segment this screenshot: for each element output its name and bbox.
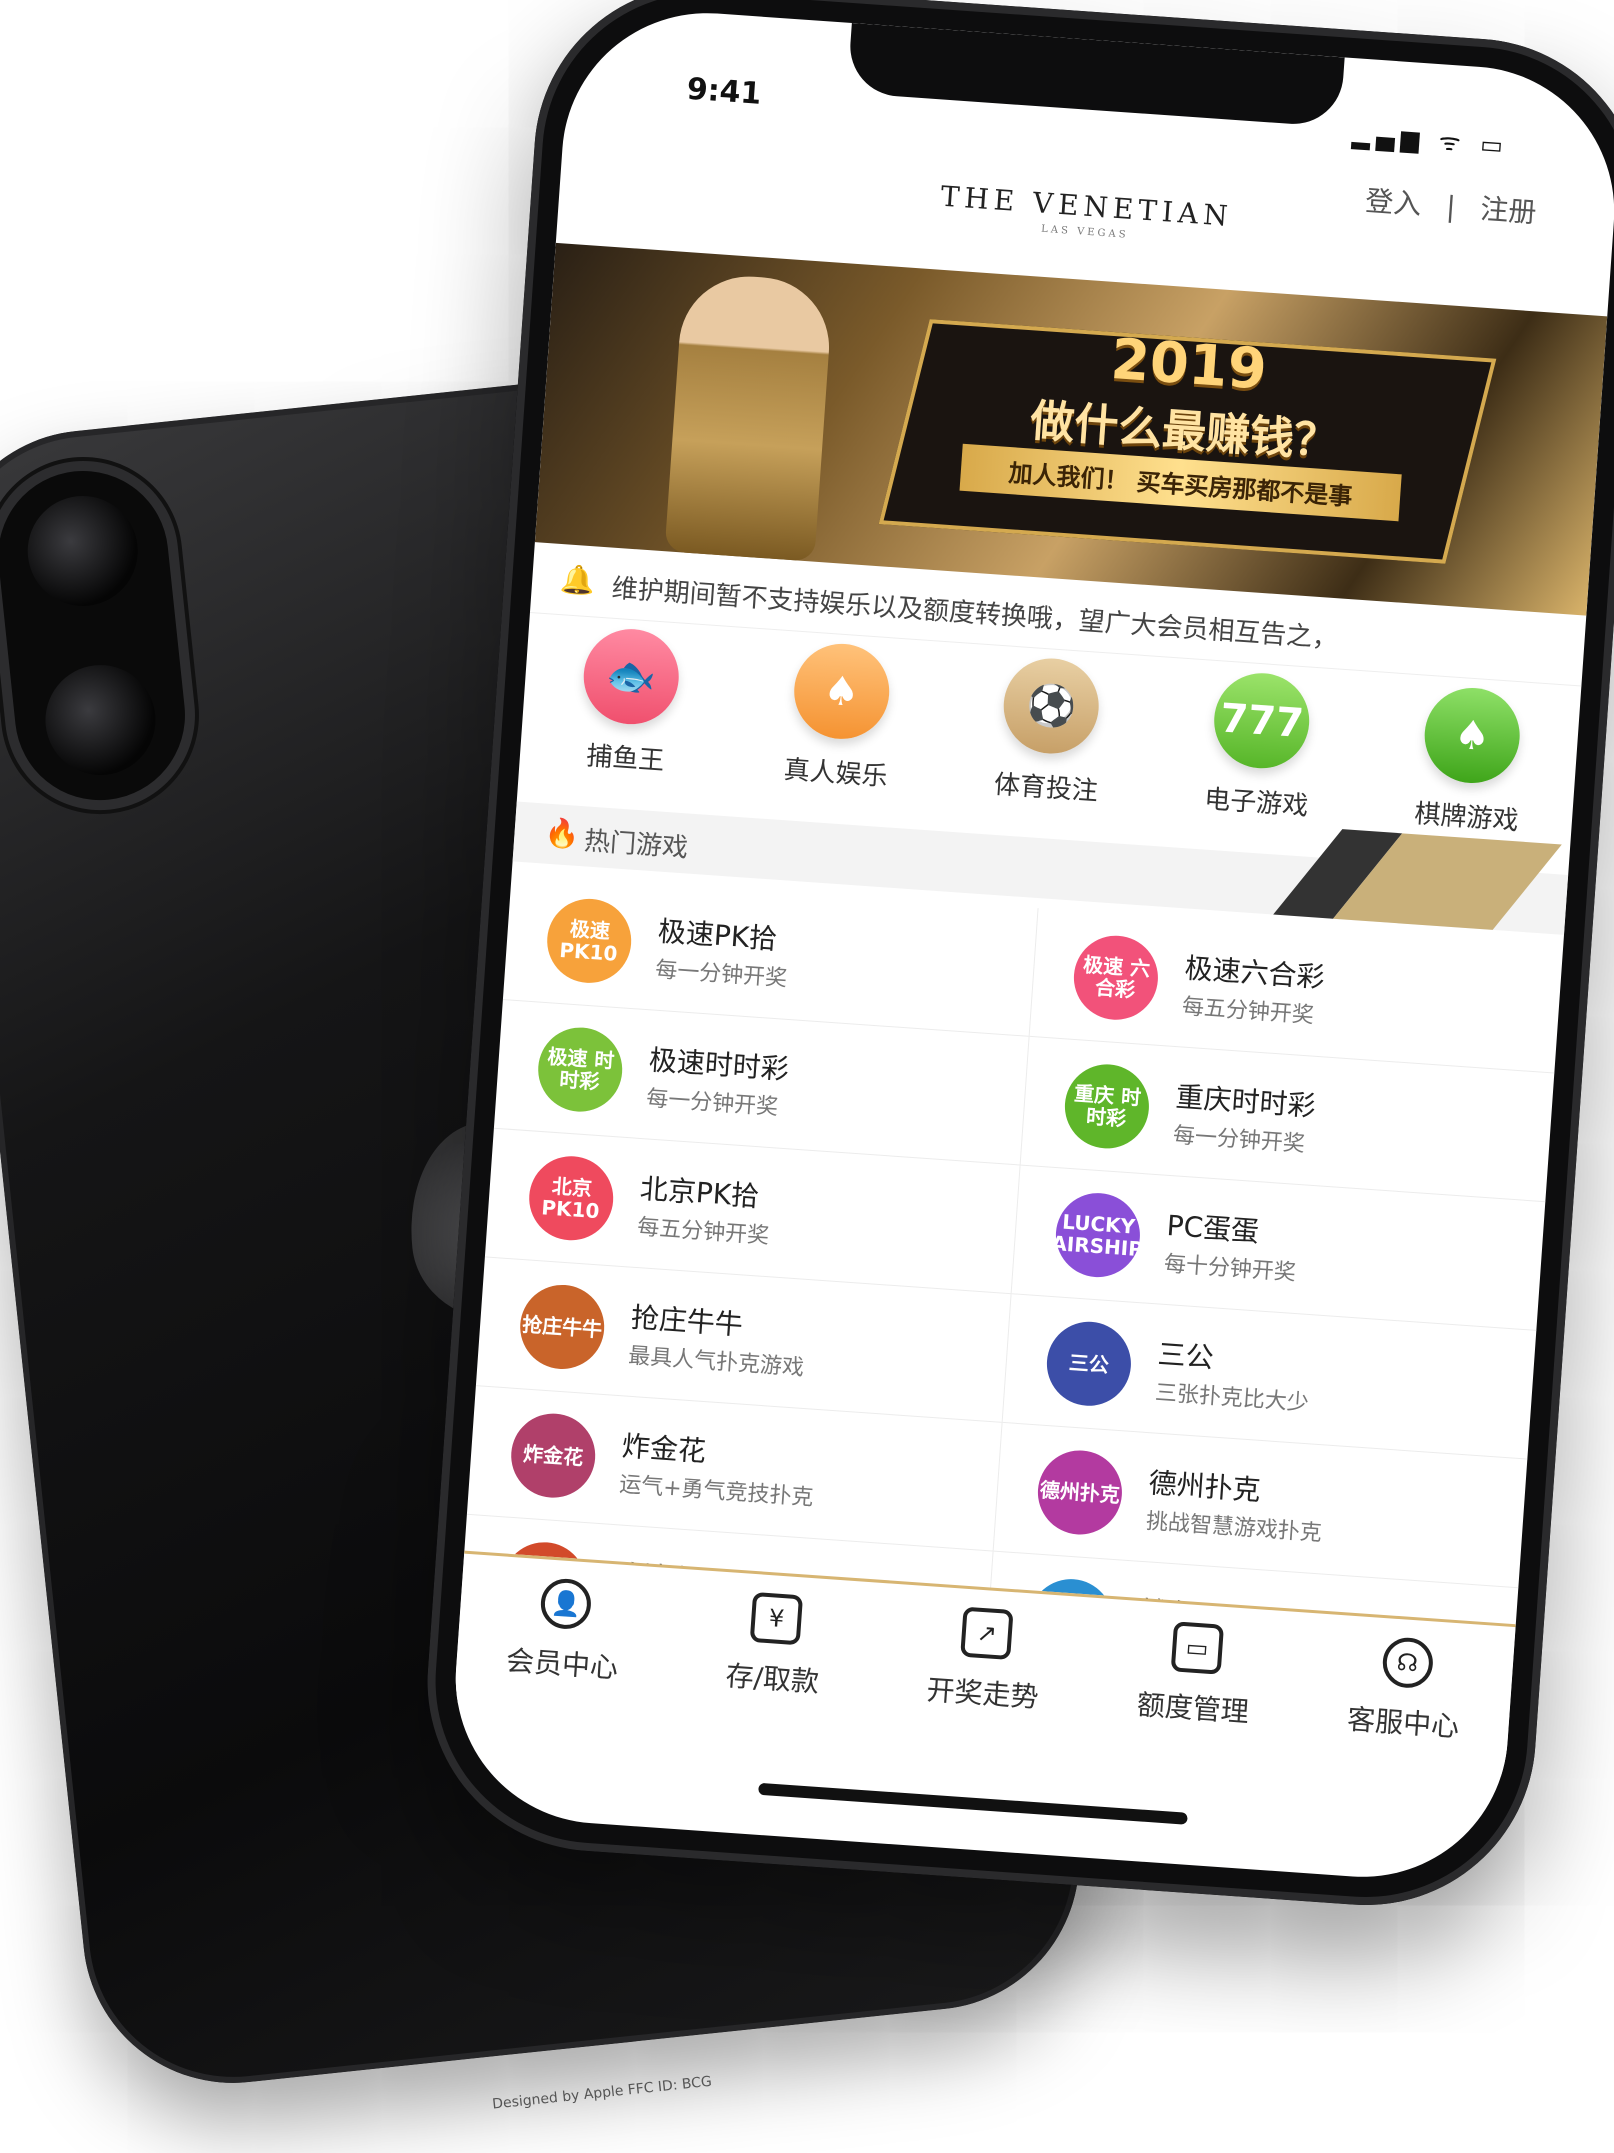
game-name: 重庆时时彩 <box>1174 1080 1317 1123</box>
category-label: 电子游戏 <box>1203 784 1310 822</box>
category-sports[interactable]: ⚽ 体育投注 <box>959 653 1140 824</box>
member-icon: 👤 <box>539 1577 593 1631</box>
game-badge-icon: 抢庄牛牛 <box>517 1282 608 1372</box>
game-name: PC蛋蛋 <box>1165 1208 1261 1249</box>
game-desc: 每一分钟开奖 <box>1172 1123 1306 1158</box>
game-desc: 每五分钟开奖 <box>1181 994 1315 1029</box>
tab-deposit-withdraw[interactable]: ¥ 存/取款 <box>674 1569 874 1732</box>
tab-member-center[interactable]: 👤 会员中心 <box>464 1554 664 1717</box>
signal-wifi-battery-icon: ▂▄▆ ᯤ ▭ <box>1351 121 1510 161</box>
game-desc: 每一分钟开奖 <box>645 1086 779 1121</box>
tab-label: 开奖走势 <box>925 1673 1040 1715</box>
poker-chip-icon: ♠ <box>790 640 893 743</box>
game-badge-icon: LUCKY AIRSHIP <box>1051 1190 1144 1280</box>
tab-label: 存/取款 <box>724 1659 821 1699</box>
soccer-ball-icon: ⚽ <box>1000 655 1103 757</box>
banner-model-image <box>664 271 834 562</box>
tab-customer-service[interactable]: ☊ 客服中心 <box>1305 1613 1505 1776</box>
tab-label: 会员中心 <box>505 1643 620 1685</box>
game-desc: 挑战智慧游戏扑克 <box>1145 1509 1323 1547</box>
game-badge-icon: 极速 时时彩 <box>535 1024 626 1115</box>
game-badge-icon: 极速 六合彩 <box>1071 932 1161 1023</box>
game-desc: 每一分钟开奖 <box>654 957 788 992</box>
trend-chart-icon: ↗ <box>960 1606 1014 1661</box>
game-name: 极速时时彩 <box>647 1043 790 1087</box>
game-badge-icon: 极速 PK10 <box>544 896 635 986</box>
game-desc: 每五分钟开奖 <box>636 1214 770 1250</box>
game-desc: 每十分钟开奖 <box>1163 1251 1297 1286</box>
headset-icon: ☊ <box>1380 1636 1435 1690</box>
category-slots[interactable]: 777 电子游戏 <box>1169 667 1350 838</box>
playing-card-icon: ♠ <box>1421 684 1523 787</box>
bell-icon: 🔔 <box>559 562 597 598</box>
camera-lens-icon <box>40 659 161 781</box>
game-desc: 运气+勇气竞技扑克 <box>618 1472 815 1511</box>
home-indicator[interactable] <box>758 1782 1188 1825</box>
rear-camera-icon <box>0 462 194 809</box>
category-live-casino[interactable]: ♠ 真人娱乐 <box>749 638 930 809</box>
tab-lottery-trend[interactable]: ↗ 开奖走势 <box>885 1584 1085 1747</box>
slot-777-icon: 777 <box>1211 670 1313 772</box>
fire-icon: 🔥 <box>543 815 581 851</box>
category-label: 捕鱼王 <box>585 741 666 777</box>
tab-balance-management[interactable]: ▭ 额度管理 <box>1095 1599 1295 1762</box>
status-time: 9:41 <box>685 71 763 112</box>
game-desc: 最具人气扑克游戏 <box>627 1343 805 1381</box>
game-name: 炸金花 <box>620 1429 708 1469</box>
atm-icon: ¥ <box>749 1591 804 1646</box>
category-card-games[interactable]: ♠ 棋牌游戏 <box>1380 682 1561 853</box>
category-label: 真人娱乐 <box>782 755 889 793</box>
game-name: 抢庄牛牛 <box>629 1300 744 1342</box>
wallet-icon: ▭ <box>1170 1621 1224 1675</box>
game-name: 三公 <box>1156 1337 1215 1375</box>
category-fishing[interactable]: 🐟 捕鱼王 <box>538 623 719 794</box>
phone-screen: 9:41 ▂▄▆ ᯤ ▭ 登入 | 注册 THE VENETIAN LAS VE… <box>446 3 1614 1887</box>
game-badge-icon: 炸金花 <box>508 1410 599 1501</box>
game-badge-icon: 北京 PK10 <box>526 1153 617 1244</box>
camera-lens-icon <box>22 490 144 612</box>
fish-icon: 🐟 <box>580 625 682 728</box>
game-name: 极速六合彩 <box>1183 951 1326 995</box>
regulatory-text: Designed by Apple FFC ID: BCG <box>491 2073 713 2113</box>
game-badge-icon: 德州扑克 <box>1035 1447 1125 1538</box>
category-label: 棋牌游戏 <box>1413 799 1520 837</box>
game-name: 极速PK拾 <box>656 914 779 956</box>
game-badge-icon: 三公 <box>1044 1318 1134 1409</box>
category-label: 体育投注 <box>993 769 1099 807</box>
game-desc: 三张扑克比大少 <box>1154 1380 1310 1417</box>
section-title: 热门游戏 <box>583 826 689 864</box>
game-name: 德州扑克 <box>1147 1466 1262 1508</box>
tab-label: 客服中心 <box>1346 1702 1461 1744</box>
game-badge-icon: 重庆 时时彩 <box>1062 1061 1152 1152</box>
game-name: 北京PK拾 <box>638 1172 761 1214</box>
tab-label: 额度管理 <box>1135 1688 1250 1729</box>
